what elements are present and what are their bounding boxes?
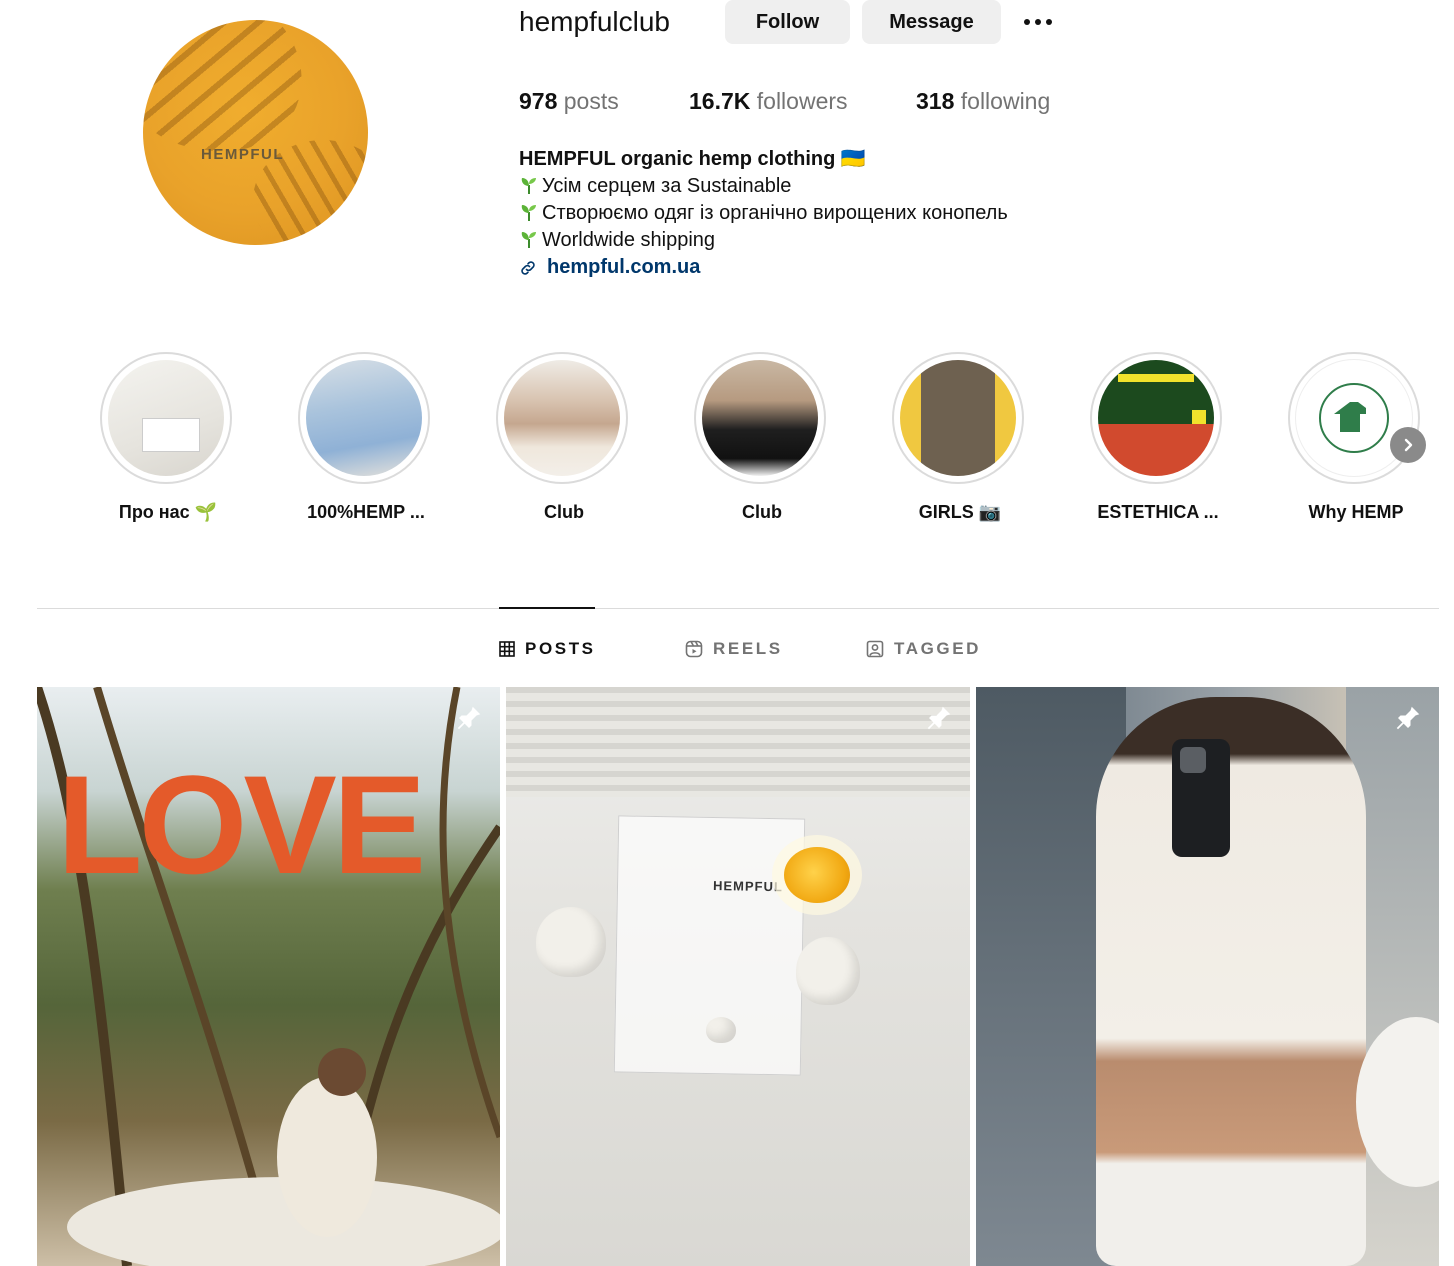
bio-link[interactable]: hempful.com.ua: [547, 254, 700, 281]
bio-line: Створюємо одяг із органічно вирощених ко…: [519, 200, 1008, 227]
followers-stat[interactable]: 16.7K followers: [689, 86, 848, 116]
followers-count: 16.7K: [689, 88, 751, 114]
post-overlay-text: HEMPFUL: [712, 878, 784, 895]
active-tab-indicator: [499, 607, 595, 609]
tab-reels[interactable]: REELS: [685, 638, 783, 660]
post-thumbnail[interactable]: HEMPFUL: [506, 687, 970, 1266]
profile-avatar[interactable]: HEMPFUL: [143, 20, 368, 245]
posts-count-stat: 978 posts: [519, 86, 619, 116]
post-thumbnail[interactable]: [976, 687, 1439, 1266]
phone-in-photo: [1172, 739, 1230, 857]
post-thumbnail[interactable]: LOVE: [37, 687, 500, 1266]
followers-label: followers: [756, 88, 848, 114]
highlight-label: Club: [742, 502, 782, 522]
seedling-icon: [519, 175, 539, 195]
egg-yolk: [784, 847, 850, 903]
highlight-item[interactable]: 100%HEMP ...: [298, 352, 434, 522]
following-stat[interactable]: 318 following: [916, 86, 1050, 116]
highlight-label: ESTETHICA ...: [1097, 502, 1219, 522]
bio-line: Worldwide shipping: [519, 227, 1008, 254]
highlight-item[interactable]: GIRLS 📷: [892, 352, 1028, 522]
highlight-label: Club: [544, 502, 584, 522]
post-subject: [1096, 697, 1366, 1266]
following-label: following: [960, 88, 1051, 114]
pinned-icon: [1393, 703, 1423, 733]
posts-label: posts: [563, 88, 619, 114]
bio-name: HEMPFUL organic hemp clothing 🇺🇦: [519, 148, 866, 170]
pinned-icon: [454, 703, 484, 733]
seedling-icon: [519, 202, 539, 222]
posts-count: 978: [519, 88, 558, 114]
highlight-label: Why HEMP: [1308, 502, 1404, 522]
bio-link-row[interactable]: hempful.com.ua: [519, 254, 1008, 281]
tab-tagged-label: TAGGED: [894, 639, 982, 658]
post-overlay-text: LOVE: [57, 746, 426, 903]
avatar-brand-text: HEMPFUL: [201, 146, 284, 163]
following-count: 318: [916, 88, 955, 114]
seedling-icon: [519, 229, 539, 249]
tab-reels-label: REELS: [713, 639, 783, 658]
highlight-label: GIRLS 📷: [918, 502, 1002, 522]
profile-bio: HEMPFUL organic hemp clothing 🇺🇦 Усім се…: [519, 146, 1008, 281]
highlight-label: Про нас 🌱: [118, 502, 218, 522]
highlight-label: 100%HEMP ...: [307, 502, 425, 522]
tagged-icon: [866, 640, 884, 658]
message-button[interactable]: Message: [862, 0, 1001, 44]
link-icon: [519, 259, 537, 277]
highlight-item[interactable]: Club: [694, 352, 830, 522]
follow-button[interactable]: Follow: [725, 0, 850, 44]
bio-line: Усім серцем за Sustainable: [519, 173, 1008, 200]
highlight-item[interactable]: Про нас 🌱: [100, 352, 236, 522]
tab-tagged[interactable]: TAGGED: [866, 638, 981, 660]
highlight-item[interactable]: Why HEMP: [1288, 352, 1424, 522]
reels-icon: [685, 640, 703, 658]
tabs-divider: [37, 608, 1439, 609]
pinned-icon: [924, 703, 954, 733]
highlight-item[interactable]: Club: [496, 352, 632, 522]
tab-posts-label: POSTS: [525, 639, 596, 658]
more-options-icon[interactable]: [1018, 8, 1058, 36]
next-highlights-chevron-icon[interactable]: [1390, 427, 1426, 463]
tab-posts[interactable]: POSTS: [499, 638, 596, 660]
highlight-item[interactable]: ESTETHICA ...: [1090, 352, 1226, 522]
grid-icon: [499, 641, 515, 657]
profile-username: hempfulclub: [519, 6, 670, 37]
